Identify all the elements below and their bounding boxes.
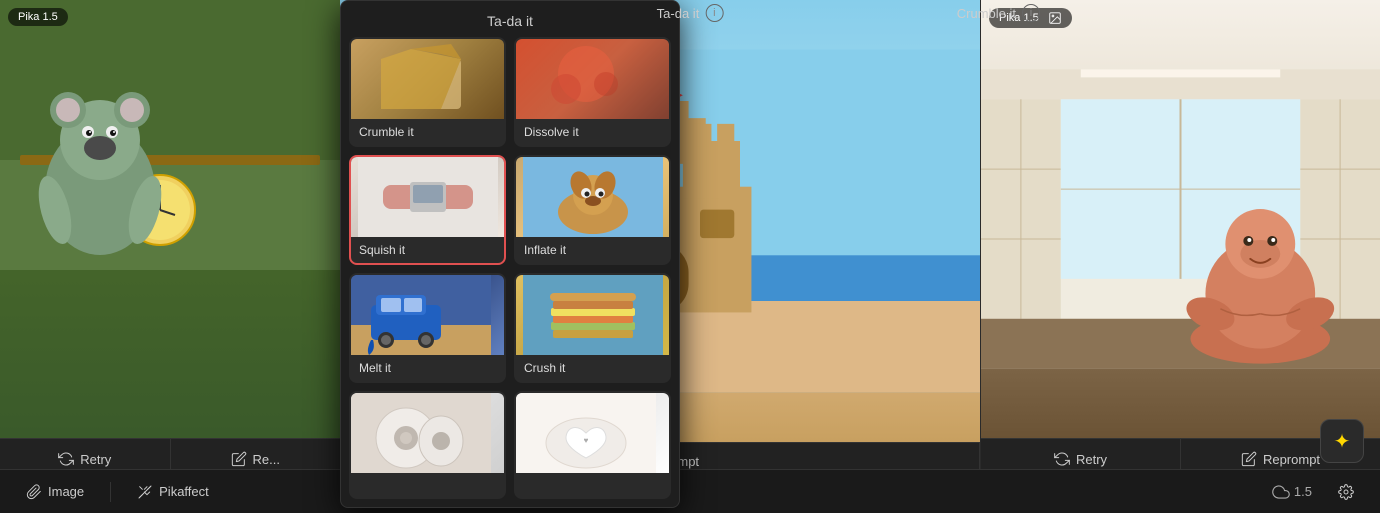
squish-label: Squish it [351,237,504,263]
crumble-info-icon[interactable]: i [1022,4,1040,22]
dropdown-header-row: Ta-da it [349,9,671,37]
inflate-thumb [516,157,669,237]
pikaffect-label: Pikaffect [159,484,209,499]
retry-icon [58,451,74,467]
dropdown-item-crumble[interactable]: Crumble it [349,37,506,147]
cake-thumb: ♥ [516,393,669,473]
spark-icon: ✦ [1334,429,1351,454]
settings-button[interactable] [1328,478,1364,506]
left-video-thumb: Pika 1.5 [0,0,340,438]
right-reprompt-icon [1241,451,1257,467]
cloud-value: 1.5 [1294,484,1312,499]
dropdown-title: Ta-da it [487,13,533,29]
right-reprompt-label: Reprompt [1263,452,1320,467]
image-label: Image [48,484,84,499]
melt-thumb [351,275,504,355]
left-video-card: Pika 1.5 [0,0,340,513]
left-reprompt-label: Re... [253,452,280,467]
dropdown-item-crush[interactable]: Crush it [514,273,671,383]
crumble-label: Crumble it [351,119,504,145]
dropdown-item-dissolve[interactable]: Dissolve it [514,37,671,147]
dropdown-grid: Crumble it Dissolve it [349,37,671,499]
settings-icon [1338,484,1354,500]
header-crumble: Crumble it i [957,4,1040,22]
paperclip-icon [26,484,42,500]
koala-scene: Pika 1.5 [0,0,340,438]
reprompt-icon [231,451,247,467]
dropdown-item-melt[interactable]: Melt it [349,273,506,383]
main-layout: Pika 1.5 [0,0,1380,513]
dissolve-label: Dissolve it [516,119,669,145]
cloud-icon [1272,483,1290,501]
cake-label [516,473,669,497]
pikaffect-dropdown: Ta-da it Crumble it [340,0,680,508]
svg-text:♥: ♥ [584,436,589,445]
crush-label: Crush it [516,355,669,381]
crumble-header-label: Crumble it [957,6,1016,21]
melt-label: Melt it [351,355,504,381]
japanese-room-scene: Pika 1.5 [981,0,1380,438]
right-retry-label: Retry [1076,452,1107,467]
left-pika-badge: Pika 1.5 [8,8,68,26]
pikaffect-button[interactable]: Pikaffect [127,478,219,506]
roll-label [351,473,504,497]
bottom-toolbar: Image Pikaffect 1.5 [0,469,1380,513]
image-button[interactable]: Image [16,478,94,506]
squish-thumb [351,157,504,237]
tada-label: Ta-da it [657,6,700,21]
spark-button[interactable]: ✦ [1320,419,1364,463]
crush-thumb [516,275,669,355]
roll-thumb [351,393,504,473]
right-retry-icon [1054,451,1070,467]
dissolve-thumb [516,39,669,119]
left-retry-label: Retry [80,452,111,467]
dropdown-item-inflate[interactable]: Inflate it [514,155,671,265]
dropdown-item-cake[interactable]: ♥ [514,391,671,499]
toolbar-divider-1 [110,482,111,502]
crumble-thumb [351,39,504,119]
cloud-badge: 1.5 [1272,483,1312,501]
header-tada: Ta-da it i [657,4,724,22]
image-icon [1048,11,1062,25]
tada-info-icon[interactable]: i [705,4,723,22]
inflate-label: Inflate it [516,237,669,263]
dropdown-item-squish[interactable]: Squish it [349,155,506,265]
wand-icon [137,484,153,500]
dropdown-item-roll[interactable] [349,391,506,499]
